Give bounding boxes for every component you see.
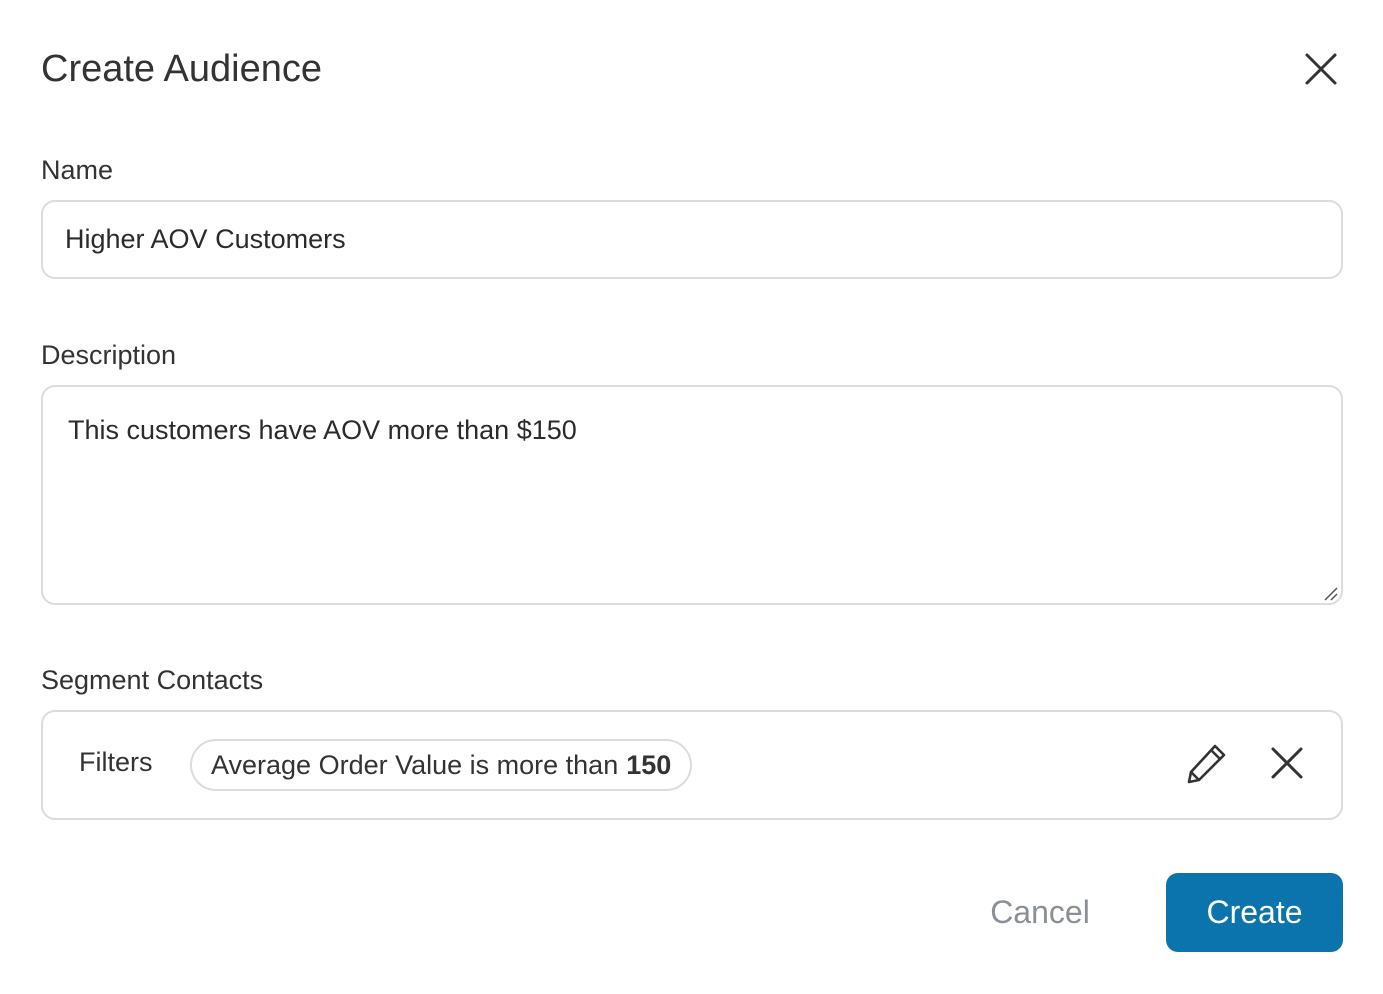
remove-filter-button[interactable] [1263, 739, 1311, 787]
filters-label: Filters [79, 747, 153, 777]
description-textarea[interactable]: This customers have AOV more than $150 [41, 385, 1343, 605]
close-icon [1271, 747, 1303, 779]
create-audience-dialog: Create Audience Name Description This cu… [0, 0, 1383, 994]
filter-chip[interactable]: Average Order Value is more than 150 [190, 739, 693, 791]
close-icon [1305, 53, 1337, 85]
resize-handle-icon[interactable] [1322, 585, 1338, 601]
name-input[interactable] [41, 200, 1343, 279]
edit-filter-button[interactable] [1183, 739, 1231, 787]
cancel-button[interactable]: Cancel [965, 873, 1115, 952]
segment-filters-box: Filters Average Order Value is more than… [41, 710, 1343, 820]
segment-contacts-label: Segment Contacts [41, 665, 264, 695]
filter-chip-value: 150 [626, 749, 672, 780]
name-label: Name [41, 155, 114, 185]
description-label: Description [41, 340, 177, 370]
close-dialog-button[interactable] [1298, 46, 1344, 92]
pencil-icon [1187, 744, 1226, 784]
create-button[interactable]: Create [1166, 873, 1343, 952]
dialog-title: Create Audience [41, 48, 322, 90]
filter-chip-text: Average Order Value is more than [211, 749, 619, 780]
